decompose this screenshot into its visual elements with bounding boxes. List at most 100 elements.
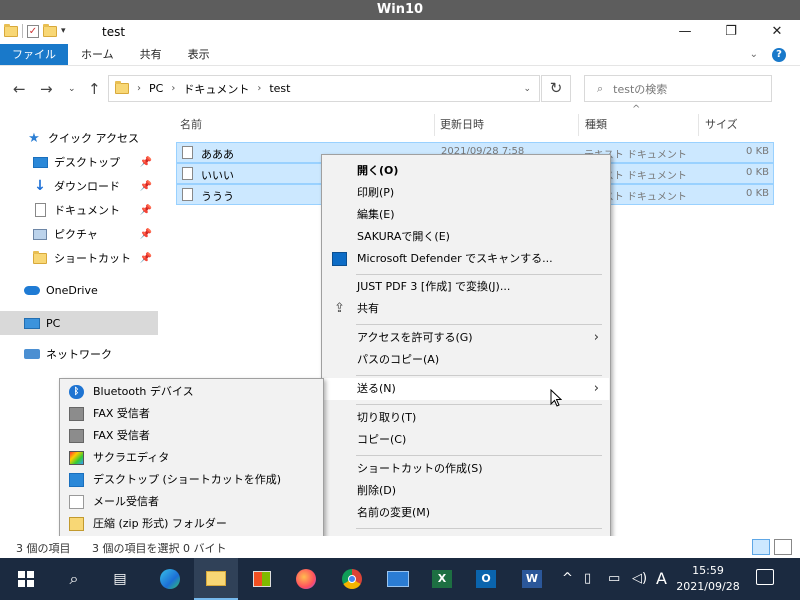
notification-center-icon[interactable] [756,569,774,585]
column-header-size[interactable]: サイズ [705,114,738,136]
sendto-item-bluetooth[interactable]: ᛒ Bluetooth デバイス [61,381,323,403]
pin-icon[interactable]: 📌 [140,157,152,168]
column-header-date[interactable]: 更新日時 [440,114,484,136]
battery-icon[interactable]: ▯ [584,558,591,600]
word-icon[interactable]: W [510,558,554,600]
clock[interactable]: 15:59 2021/09/28 [668,563,748,595]
sendto-item-desktop[interactable]: デスクトップ (ショートカットを作成) [61,469,323,491]
properties-check-icon[interactable]: ✓ [27,24,39,38]
chevron-right-icon[interactable]: › [137,83,141,94]
file-explorer-taskbar-icon[interactable] [194,558,238,600]
new-folder-icon[interactable] [43,23,57,37]
search-taskbar-icon[interactable]: ⌕ [52,558,96,600]
menu-item-print[interactable]: 印刷(P) [323,182,609,204]
menu-item-defender-scan[interactable]: Microsoft Defender でスキャンする... [323,248,609,270]
column-header-type[interactable]: 種類 [585,114,607,136]
column-divider[interactable] [578,114,579,136]
sidebar-item-desktop[interactable]: デスクトップ 📌 [32,150,158,174]
menu-item-give-access[interactable]: アクセスを許可する(G) › [323,327,609,349]
contacts-app-icon[interactable] [376,558,420,600]
pin-icon[interactable]: 📌 [140,229,152,240]
help-icon[interactable]: ? [772,47,786,62]
pin-icon[interactable]: 📌 [140,205,152,216]
menu-item-label: 共有 [357,302,379,315]
breadcrumb-pc[interactable]: PC [149,82,163,95]
pin-icon[interactable]: 📌 [140,253,152,264]
close-button[interactable]: ✕ [754,20,800,44]
divider [22,24,23,38]
sidebar-item-shortcuts[interactable]: ショートカット 📌 [32,246,158,270]
breadcrumb-documents[interactable]: ドキュメント [183,81,249,97]
menu-separator [356,404,602,405]
address-dropdown-icon[interactable]: ⌄ [523,84,531,94]
sendto-item-mail[interactable]: メール受信者 [61,491,323,513]
chrome-icon[interactable] [330,558,374,600]
store-icon[interactable] [240,558,284,600]
sendto-item-fax[interactable]: FAX 受信者 [61,425,323,447]
tab-share[interactable]: 共有 [127,44,175,65]
menu-item-sakura-open[interactable]: SAKURAで開く(E) [323,226,609,248]
network-status-icon[interactable]: ▭ [608,558,620,600]
sendto-item-zip[interactable]: 圧縮 (zip 形式) フォルダー [61,513,323,535]
address-bar[interactable]: › PC › ドキュメント › test ⌄ [108,75,540,102]
context-menu: 開く(O) 印刷(P) 編集(E) SAKURAで開く(E) Microsoft… [321,154,611,556]
menu-item-label: 送る(N) [357,382,396,395]
menu-item-cut[interactable]: 切り取り(T) [323,407,609,429]
sidebar-item-downloads[interactable]: ↓ ダウンロード 📌 [32,174,158,198]
forward-arrow-icon[interactable]: → [40,80,53,98]
refresh-button[interactable]: ↻ [541,75,571,102]
menu-item-share[interactable]: ⇪ 共有 [323,298,609,320]
back-arrow-icon[interactable]: ← [13,80,26,98]
tab-home[interactable]: ホーム [68,44,127,65]
up-arrow-icon[interactable]: ↑ [88,80,101,98]
menu-item-justpdf[interactable]: JUST PDF 3 [作成] で変換(J)... [323,276,609,298]
show-hidden-icons-icon[interactable]: ^ [562,558,573,600]
menu-item-rename[interactable]: 名前の変更(M) [323,502,609,524]
edge-browser-icon[interactable] [148,558,192,600]
outlook-icon[interactable]: O [464,558,508,600]
tab-file[interactable]: ファイル [0,44,68,65]
task-view-icon[interactable]: ▤ [98,558,142,600]
maximize-button[interactable]: ❐ [708,20,754,44]
tab-view[interactable]: 表示 [175,44,223,65]
ribbon-expand-icon[interactable]: ⌄ [750,49,758,60]
status-bar: 3 個の項目 3 個の項目を選択 0 バイト [0,536,800,558]
quick-access-toolbar: ✓ ▾ [4,23,66,38]
recent-locations-icon[interactable]: ⌄ [68,84,76,94]
chevron-right-icon[interactable]: › [171,83,175,94]
sidebar-item-network[interactable]: ネットワーク [24,342,158,366]
sidebar-item-documents[interactable]: ドキュメント 📌 [32,198,158,222]
ime-mode-indicator[interactable]: A [656,558,667,600]
sendto-item-fax[interactable]: FAX 受信者 [61,403,323,425]
breadcrumb-test[interactable]: test [269,82,290,95]
column-header-name[interactable]: 名前 [180,114,202,136]
menu-item-copy-path[interactable]: パスのコピー(A) [323,349,609,371]
remote-window-title: Win10 [0,0,800,20]
volume-icon[interactable]: ◁) [632,558,647,600]
firefox-icon[interactable] [284,558,328,600]
sidebar-item-pc[interactable]: PC [0,311,158,335]
menu-item-label: Microsoft Defender でスキャンする... [357,252,553,265]
column-divider[interactable] [434,114,435,136]
pin-icon[interactable]: 📌 [140,181,152,192]
menu-item-create-shortcut[interactable]: ショートカットの作成(S) [323,458,609,480]
column-divider[interactable] [698,114,699,136]
start-button[interactable] [4,558,48,600]
menu-item-delete[interactable]: 削除(D) [323,480,609,502]
sidebar-item-quick-access[interactable]: ★ クイック アクセス [26,126,156,150]
menu-item-copy[interactable]: コピー(C) [323,429,609,451]
sendto-item-sakura-editor[interactable]: サクラエディタ [61,447,323,469]
excel-icon[interactable]: X [420,558,464,600]
details-view-button[interactable] [752,539,770,555]
menu-item-send-to[interactable]: 送る(N) › [323,378,609,400]
menu-item-open[interactable]: 開く(O) [323,160,609,182]
chevron-right-icon[interactable]: › [257,83,261,94]
minimize-button[interactable]: — [662,20,708,44]
sidebar-item-pictures[interactable]: ピクチャ 📌 [32,222,158,246]
sidebar-item-label: ショートカット [54,252,131,265]
menu-item-edit[interactable]: 編集(E) [323,204,609,226]
large-icons-view-button[interactable] [774,539,792,555]
sidebar-item-onedrive[interactable]: OneDrive [24,278,158,302]
search-box[interactable]: ⌕ testの検索 [584,75,772,102]
customize-toolbar-icon[interactable]: ▾ [61,26,66,36]
